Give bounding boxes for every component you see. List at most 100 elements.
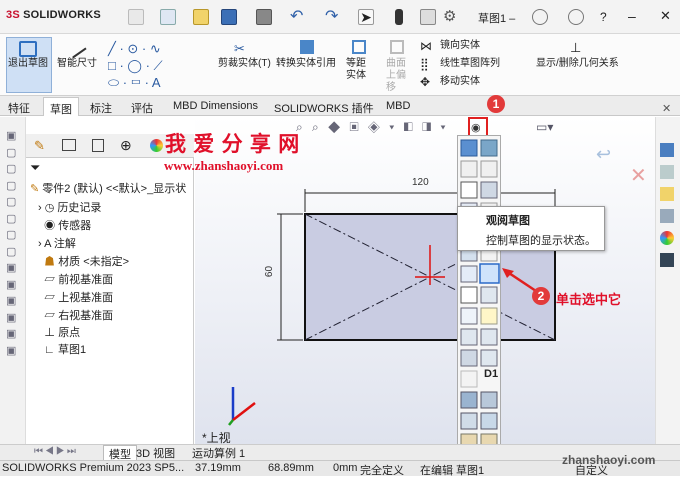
tree-item-history[interactable]: › ◷ 历史记录 [38,199,101,216]
left-strip-icons[interactable]: ▣ ▢ ▢ ▢ ▢ ▢ ▢ ▢ ▣ ▣ ▣ ▣ ▣ ▣ [6,128,20,428]
options-gear-icon[interactable]: ⚙ [443,9,459,25]
home-icon[interactable] [128,9,144,25]
height-dimension-value[interactable]: 60 [264,266,275,277]
convert-entities-icon [300,40,314,54]
move-entities-button[interactable]: 移动实体 [440,76,480,88]
view-palette-icon[interactable] [660,209,674,223]
tree-root-label: 零件2 (默认) <<默认>_显示状 [42,183,187,195]
history-icon: ◷ [44,202,55,214]
user-account-icon[interactable] [568,9,584,25]
redo-icon[interactable]: ↷ [325,9,341,25]
tree-item-label: 原点 [58,327,81,339]
rebuild-traffic-light-icon[interactable] [395,9,403,25]
file-properties-icon[interactable] [420,9,436,25]
tab-3d-view[interactable]: 3D 视图 [136,445,175,461]
save-icon[interactable] [221,9,237,25]
sketch-drawing [228,189,556,426]
dimxpert-tab-icon[interactable]: ⊕ [120,137,132,154]
tooltip-description: 控制草图的显示状态。 [486,235,596,247]
watermark-corner: zhanshaoyi.com [562,453,656,467]
surface-offset-icon [390,40,404,54]
tree-item-sketch1[interactable]: ∟ 草图1 [38,341,86,358]
minimize-button[interactable]: – [628,8,636,24]
tree-item-top-plane[interactable]: ▱ 上视基准面 [38,289,113,306]
tree-item-material[interactable]: ☗ 材质 <未指定> [38,253,129,270]
tab-mbd-dimensions[interactable]: MBD Dimensions [167,97,264,116]
display-manager-tab-icon[interactable] [150,139,163,152]
tree-root[interactable]: ✎ 零件2 (默认) <<默认>_显示状 [30,180,186,197]
plane-icon: ▱ [44,292,56,304]
plane-icon: ▱ [44,274,56,286]
print-icon[interactable] [256,9,272,25]
tab-solidworks-addins[interactable]: SOLIDWORKS 插件 [268,97,380,116]
mirror-icon: ⋈ [420,39,432,53]
tab-mbd[interactable]: MBD [380,97,416,116]
step-1-badge: 1 [487,95,505,113]
linear-pattern-icon: ⣿ [420,57,429,71]
part-icon: ✎ [30,183,40,195]
resources-icon[interactable] [660,143,674,157]
surface-offset-button[interactable]: 曲面上偏移 [386,58,414,94]
property-manager-tab-icon[interactable] [62,139,76,151]
plane-icon: ▱ [44,310,56,322]
tab-features[interactable]: 特征 [2,97,36,116]
panel-close-icon[interactable]: ✕ [662,102,671,115]
help-button[interactable]: ? [600,10,607,24]
tree-item-label: 草图1 [57,344,87,356]
undo-icon[interactable]: ↶ [290,9,306,25]
search-icon[interactable] [532,9,548,25]
open-folder-icon[interactable] [193,9,209,25]
filter-icon[interactable]: ⏷ [30,160,40,176]
status-product: SOLIDWORKS Premium 2023 SP5... [2,462,185,474]
tree-item-sensors[interactable]: ◉ 传感器 [38,217,91,234]
solidworks-logo[interactable]: 3S SOLIDWORKS [6,9,101,21]
tab-markup[interactable]: 标注 [84,97,118,116]
step-2-badge: 2 [532,287,550,305]
tree-item-origin[interactable]: ⊥ 原点 [38,324,80,341]
tab-evaluate[interactable]: 评估 [125,97,159,116]
tree-item-front-plane[interactable]: ▱ 前视基准面 [38,271,113,288]
design-library-icon[interactable] [660,165,674,179]
tree-item-label: 传感器 [58,220,92,232]
offset-entities-icon [352,40,366,54]
close-window-button[interactable]: ✕ [660,8,671,24]
sketch-icon: ∟ [44,344,55,356]
view-sketch-button[interactable] [480,264,499,283]
tab-scroll-arrows[interactable]: ⏮◀▶⏭ [34,446,78,457]
trim-entities-button[interactable]: 剪裁实体(T) [218,58,271,70]
file-explorer-icon[interactable] [660,187,674,201]
sketch-entity-tools[interactable]: ╱ · ⊙ · ∿ □ · ◯ · ⟋ ⬭ · ▭ · A [108,40,196,92]
flyout-d1-label[interactable]: D1 [484,368,498,380]
tree-item-right-plane[interactable]: ▱ 右视基准面 [38,307,113,324]
show-hide-relations-button[interactable]: 显示/删除几何关系 [536,58,619,70]
tree-item-label: 历史记录 [57,202,102,214]
convert-entities-button[interactable]: 转换实体引用 [276,58,336,70]
status-z-coordinate: 0mm [333,462,358,474]
trim-icon: ✂ [234,41,245,56]
material-icon: ☗ [44,256,56,268]
status-y-coordinate: 68.89mm [268,462,314,474]
feature-tree-tab-icon[interactable]: ✎ [34,138,45,154]
select-arrow-icon[interactable]: ➤ [358,9,374,25]
exit-sketch-icon [19,41,37,57]
mirror-entities-button[interactable]: 镜向实体 [440,40,480,52]
linear-pattern-button[interactable]: 线性草图阵列 [440,58,500,70]
flyout-icon-grid [460,139,500,451]
tree-item-label: 右视基准面 [58,310,114,322]
offset-entities-button[interactable]: 等距实体 [346,58,370,82]
move-entities-icon: ✥ [420,75,431,89]
triad-x-axis [232,402,256,421]
annotation-icon: A [44,238,51,250]
tab-motion-study[interactable]: 运动算例 1 [192,445,245,461]
tree-item-label: 上视基准面 [58,292,114,304]
step-2-instruction: 单击选中它 [556,292,622,307]
tab-sketch[interactable]: 草图 [43,97,79,116]
sensor-icon: ◉ [44,220,56,232]
new-document-icon[interactable] [160,9,176,25]
custom-properties-icon[interactable] [660,253,674,267]
width-dimension-value[interactable]: 120 [412,177,429,188]
tree-item-annotations[interactable]: › A 注解 [38,235,76,252]
smart-dimension-button[interactable]: 智能尺寸 [57,58,97,70]
configuration-tab-icon[interactable] [92,139,104,152]
appearances-icon[interactable] [660,231,674,245]
